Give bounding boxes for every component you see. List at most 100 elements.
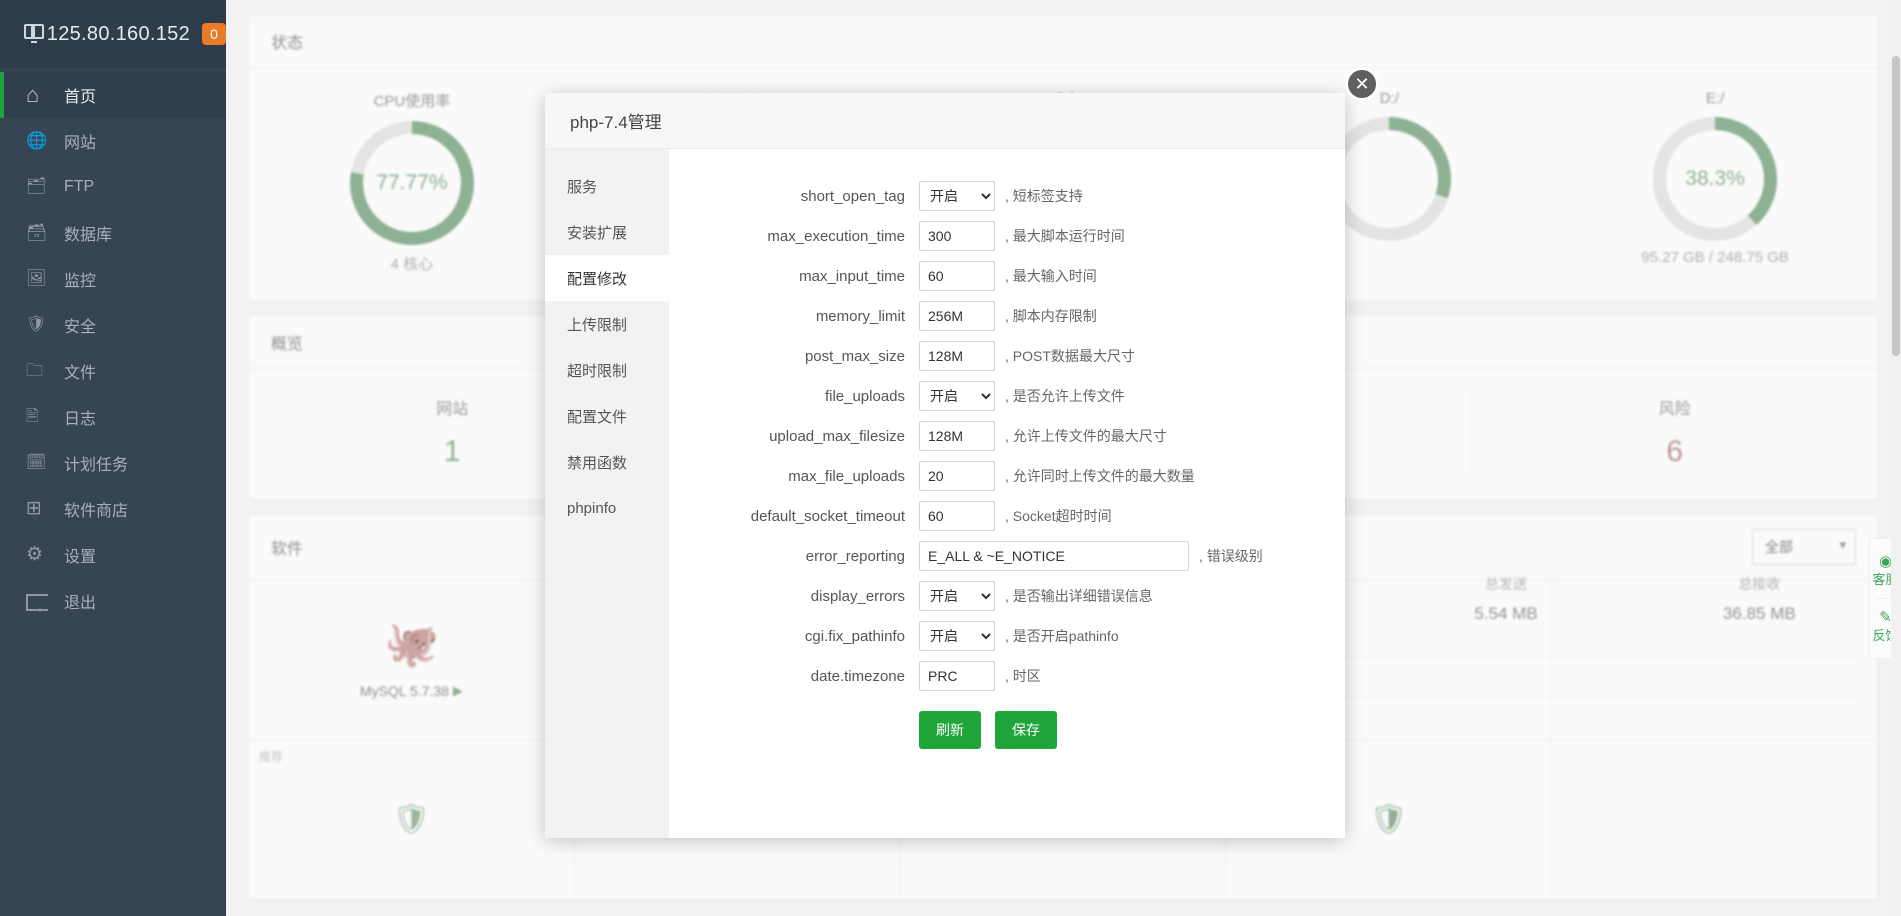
cgi-fix-pathinfo-select[interactable]: 开启 关闭	[919, 621, 995, 651]
monitor-chart-icon	[26, 268, 48, 290]
field-label: memory_limit	[815, 307, 905, 325]
sidebar-item-website[interactable]: 网站	[0, 118, 226, 164]
modal-nav-item-service[interactable]: 服务	[545, 163, 669, 209]
field-description: , 时区	[1005, 668, 1041, 684]
sidebar-item-label: 退出	[64, 595, 97, 612]
sidebar-item-monitor[interactable]: 监控	[0, 256, 226, 302]
sidebar-item-logs[interactable]: 日志	[0, 394, 226, 440]
short-open-tag-select[interactable]: 开启 关闭	[919, 181, 995, 211]
max-execution-time-input[interactable]	[919, 221, 995, 251]
modal-nav-item-timeout-limit[interactable]: 超时限制	[545, 347, 669, 393]
status-cell: CPU使用率 77.77% 4 核心	[249, 84, 575, 274]
field-label: date.timezone	[810, 667, 905, 685]
status-card-title: 状态	[249, 15, 1878, 68]
memory-limit-input[interactable]	[919, 301, 995, 331]
sidebar-nav: 首页 网站 FTP 数据库 监控 安全	[0, 68, 226, 624]
status-cell-label: CPU使用率	[373, 93, 451, 110]
status-cell-sub: 95.27 GB / 248.75 GB	[1641, 249, 1789, 266]
field-description: , Socket超时时间	[1005, 508, 1112, 524]
page-scrollbar-thumb[interactable]	[1892, 56, 1900, 356]
network-cell-received: 总接收 36.85 MB	[1633, 574, 1886, 624]
form-row-default-socket-timeout: default_socket_timeout , Socket超时时间	[669, 501, 1345, 531]
sidebar-item-files[interactable]: 文件	[0, 348, 226, 394]
form-row-short-open-tag: short_open_tag 开启 关闭 , 短标签支持	[669, 181, 1345, 211]
field-description: , 是否输出详细错误信息	[1005, 588, 1153, 604]
field-label: display_errors	[810, 587, 905, 605]
modal-nav-item-upload-limit[interactable]: 上传限制	[545, 301, 669, 347]
status-ring: 77.77%	[349, 121, 474, 245]
modal-nav-item-disabled-functions[interactable]: 禁用函数	[545, 439, 669, 485]
software-item-label: MySQL 5.7.38	[359, 682, 449, 699]
software-item-mysql[interactable]: 🐙 MySQL 5.7.38 ▶	[249, 580, 575, 740]
default-socket-timeout-input[interactable]	[919, 501, 995, 531]
form-row-post-max-size: post_max_size , POST数据最大尺寸	[669, 341, 1345, 371]
exit-icon	[26, 593, 48, 611]
field-label: max_file_uploads	[788, 467, 905, 485]
sidebar-item-label: 网站	[64, 135, 97, 152]
sidebar-item-ftp[interactable]: FTP	[0, 164, 226, 210]
field-label: short_open_tag	[800, 187, 905, 205]
folder-icon	[26, 360, 48, 382]
sidebar-item-security[interactable]: 安全	[0, 302, 226, 348]
upload-max-filesize-input[interactable]	[919, 421, 995, 451]
field-label: max_execution_time	[767, 227, 905, 245]
software-item-waf[interactable]: 推荐 🛡	[249, 740, 575, 900]
save-button[interactable]: 保存	[995, 711, 1057, 749]
error-reporting-input[interactable]	[919, 541, 1189, 571]
waf-shield-icon: 🛡	[392, 802, 431, 836]
network-cell-value: 36.85 MB	[1722, 604, 1796, 623]
post-max-size-input[interactable]	[919, 341, 995, 371]
sidebar-item-label: 文件	[64, 365, 97, 382]
sidebar-item-label: FTP	[64, 178, 95, 195]
sidebar-item-label: 安全	[64, 319, 97, 336]
date-timezone-input[interactable]	[919, 661, 995, 691]
status-cell-value: 77.77%	[376, 171, 448, 194]
sidebar-item-label: 日志	[64, 411, 97, 428]
field-label: default_socket_timeout	[750, 507, 905, 525]
network-cell-label: 总接收	[1738, 576, 1781, 592]
sidebar-notification-badge[interactable]: 0	[202, 23, 226, 45]
form-row-upload-max-filesize: upload_max_filesize , 允许上传文件的最大尺寸	[669, 421, 1345, 451]
modal-nav-item-config-file[interactable]: 配置文件	[545, 393, 669, 439]
field-label: cgi.fix_pathinfo	[804, 627, 905, 645]
modal-nav-item-install-extension[interactable]: 安装扩展	[545, 209, 669, 255]
file-uploads-select[interactable]: 开启 关闭	[919, 381, 995, 411]
globe-icon	[26, 130, 48, 152]
close-icon[interactable]: ✕	[1345, 67, 1379, 101]
field-description: , 最大输入时间	[1005, 268, 1097, 284]
field-description: , 错误级别	[1199, 548, 1263, 564]
field-description: , 脚本内存限制	[1005, 308, 1097, 324]
status-cell-value: 38.3%	[1685, 167, 1745, 190]
form-row-max-execution-time: max_execution_time , 最大脚本运行时间	[669, 221, 1345, 251]
refresh-button[interactable]: 刷新	[919, 711, 981, 749]
status-cell: E:/ 38.3% 95.27 GB / 248.75 GB	[1552, 84, 1878, 274]
form-row-date-timezone: date.timezone , 时区	[669, 661, 1345, 691]
form-row-error-reporting: error_reporting , 错误级别	[669, 541, 1345, 571]
modal-footer-buttons: 刷新 保存	[669, 711, 1345, 749]
sidebar-item-database[interactable]: 数据库	[0, 210, 226, 256]
home-icon	[26, 84, 48, 106]
sidebar-item-logout[interactable]: 退出	[0, 578, 226, 624]
field-description: , 短标签支持	[1005, 188, 1083, 204]
status-ring	[1327, 117, 1452, 241]
modal-nav-item-phpinfo[interactable]: phpinfo	[545, 485, 669, 531]
php-management-modal: ✕ php-7.4管理 服务 安装扩展 配置修改 上传限制 超时限制 配置文件 …	[545, 67, 1379, 838]
modal-form: short_open_tag 开启 关闭 , 短标签支持 max_executi…	[669, 149, 1345, 838]
max-input-time-input[interactable]	[919, 261, 995, 291]
status-ring: 38.3%	[1653, 117, 1778, 241]
network-cell-label: 总发送	[1484, 576, 1527, 592]
status-cell-sub: 4 核心	[390, 256, 434, 273]
sidebar-item-label: 数据库	[64, 227, 113, 244]
app-root: 125.80.160.152 0 首页 网站 FTP 数据库 监控	[0, 0, 1901, 916]
max-file-uploads-input[interactable]	[919, 461, 995, 491]
sidebar-item-appstore[interactable]: 软件商店	[0, 486, 226, 532]
display-errors-select[interactable]: 开启 关闭	[919, 581, 995, 611]
sidebar-item-home[interactable]: 首页	[0, 72, 226, 118]
sidebar-item-label: 软件商店	[64, 503, 129, 520]
sidebar-item-settings[interactable]: 设置	[0, 532, 226, 578]
sidebar-item-label: 首页	[64, 89, 97, 106]
modal-nav-item-config-edit[interactable]: 配置修改	[545, 255, 669, 301]
sidebar-item-cron[interactable]: 计划任务	[0, 440, 226, 486]
gear-icon	[26, 544, 48, 566]
sidebar-item-label: 计划任务	[64, 457, 129, 474]
